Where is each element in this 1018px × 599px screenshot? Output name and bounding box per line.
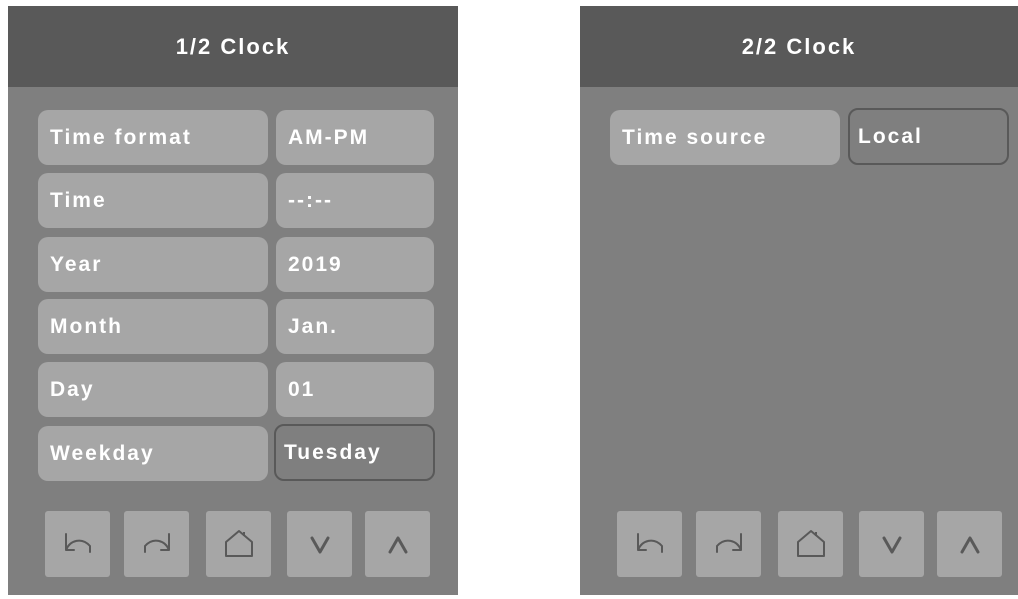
clock-screen-page-1: 1/2 Clock Time format AM-PM Time --:-- Y… [8, 6, 458, 595]
row-value-weekday-selected[interactable]: Tuesday [274, 424, 435, 481]
back-icon [64, 533, 91, 553]
chevron-up-icon [960, 536, 979, 554]
chevron-up-icon [388, 536, 407, 554]
row-label-day[interactable]: Day [38, 362, 268, 417]
scroll-down-button[interactable] [287, 511, 352, 577]
home-icon [224, 530, 253, 557]
row-label-weekday[interactable]: Weekday [38, 426, 268, 481]
row-label-time-format[interactable]: Time format [38, 110, 268, 165]
home-button[interactable] [206, 511, 271, 577]
row-label-time[interactable]: Time [38, 173, 268, 228]
row-value-year[interactable]: 2019 [276, 237, 434, 292]
forward-icon [715, 533, 742, 553]
page-title: 2/2 Clock [580, 6, 1018, 87]
row-label-month[interactable]: Month [38, 299, 268, 354]
scroll-down-button[interactable] [859, 511, 924, 577]
page-title: 1/2 Clock [8, 6, 458, 87]
row-label-time-source[interactable]: Time source [610, 110, 840, 165]
clock-screen-page-2: 2/2 Clock Time source Local [580, 6, 1018, 595]
chevron-down-icon [882, 536, 901, 554]
forward-button[interactable] [696, 511, 761, 577]
chevron-down-icon [310, 536, 329, 554]
row-value-time[interactable]: --:-- [276, 173, 434, 228]
row-label-year[interactable]: Year [38, 237, 268, 292]
row-value-time-format[interactable]: AM-PM [276, 110, 434, 165]
scroll-up-button[interactable] [365, 511, 430, 577]
row-value-month[interactable]: Jan. [276, 299, 434, 354]
row-value-day[interactable]: 01 [276, 362, 434, 417]
back-icon [636, 533, 663, 553]
navigation-bar [8, 511, 458, 577]
back-button[interactable] [617, 511, 682, 577]
forward-button[interactable] [124, 511, 189, 577]
navigation-bar [580, 511, 1018, 577]
back-button[interactable] [45, 511, 110, 577]
scroll-up-button[interactable] [937, 511, 1002, 577]
row-value-time-source-selected[interactable]: Local [848, 108, 1009, 165]
home-icon [796, 530, 825, 557]
home-button[interactable] [778, 511, 843, 577]
forward-icon [143, 533, 170, 553]
